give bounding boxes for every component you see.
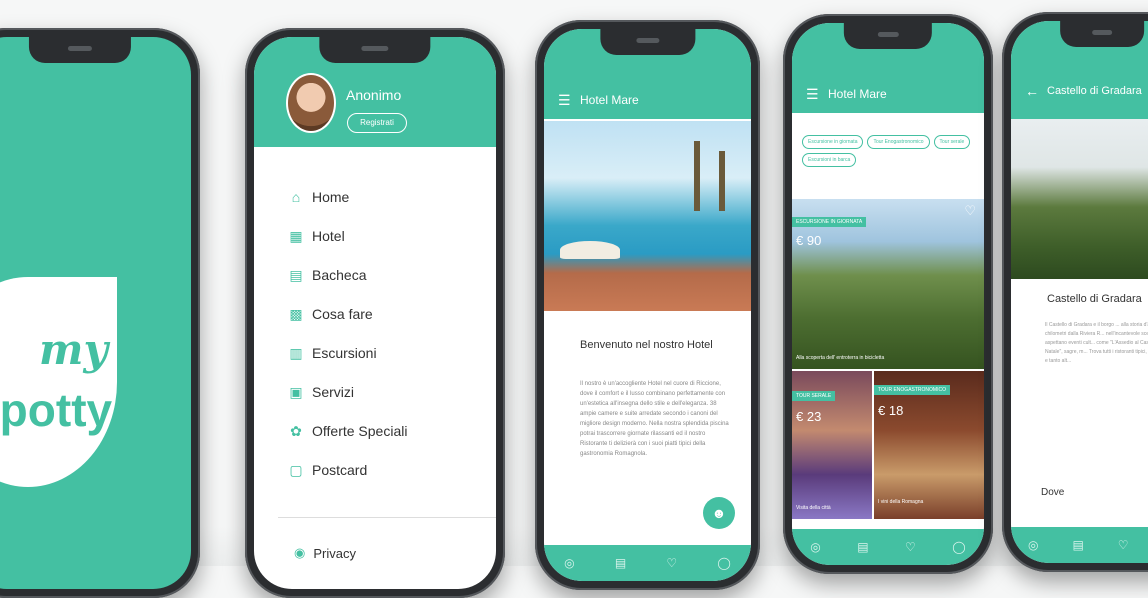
splash-screen: my Spotty xyxy=(0,37,191,589)
tour-card-main[interactable]: ESCURSIONE IN GIORNATA € 90 Alla scopert… xyxy=(792,199,984,369)
menu-item-servizi[interactable]: ▣ Servizi xyxy=(288,372,407,411)
chip-escursione[interactable]: Escursione in giornata xyxy=(802,135,864,149)
tab-heart-icon[interactable]: ♡ xyxy=(905,540,916,554)
app-title: Hotel Mare xyxy=(828,87,887,101)
phone-castle: ← Castello di Gradara Castello di Gradar… xyxy=(1002,12,1148,572)
logo-shape xyxy=(0,277,117,487)
hotel-description: Il nostro è un'accogliente Hotel nel cuo… xyxy=(580,381,729,457)
menu-label: Bacheca xyxy=(312,266,367,283)
home-icon: ⌂ xyxy=(291,188,301,205)
postcard-icon: ▢ xyxy=(289,461,303,478)
palm-trunk xyxy=(694,141,700,211)
user-name: Anonimo xyxy=(346,87,402,103)
menu-item-escursioni[interactable]: ▥ Escursioni xyxy=(288,333,407,372)
logo-my: my xyxy=(39,325,108,374)
avatar[interactable] xyxy=(286,73,336,133)
register-button[interactable]: Registrati xyxy=(347,113,407,133)
menu-item-cosa-fare[interactable]: ▩ Cosa fare xyxy=(288,294,407,333)
notch xyxy=(319,37,431,63)
notch xyxy=(599,29,696,55)
menu-label: Servizi xyxy=(312,383,355,400)
tab-chat-icon[interactable]: ▤ xyxy=(1072,538,1083,552)
tour-price: € 90 xyxy=(796,233,822,248)
menu-icon[interactable]: ☰ xyxy=(806,86,819,103)
tab-heart-icon[interactable]: ♡ xyxy=(666,556,677,570)
notch xyxy=(28,37,132,63)
tour-card-enogastronomico[interactable]: TOUR ENOGASTRONOMICO € 18 I vini della R… xyxy=(874,371,984,519)
tour-caption: Alla scoperta dell' entroterra in bicicl… xyxy=(796,355,885,361)
tours-screen: ☰ Hotel Mare Escursione in giornata Tour… xyxy=(792,23,984,565)
hotel-screen: ☰ Hotel Mare Benvenuto nel nostro Hotel … xyxy=(544,29,751,581)
heart-icon[interactable]: ♡ xyxy=(964,203,976,219)
palm-trunk xyxy=(719,151,725,211)
menu-item-offerte[interactable]: ✿ Offerte Speciali xyxy=(288,411,407,450)
offer-icon: ✿ xyxy=(290,422,302,439)
menu-label: Postcard xyxy=(312,461,368,478)
services-icon: ▣ xyxy=(289,383,303,400)
chip-enogastronomico[interactable]: Tour Enogastronomico xyxy=(867,135,930,149)
notch xyxy=(843,23,933,49)
menu-icon[interactable]: ☰ xyxy=(558,92,571,109)
menu-item-privacy[interactable]: ◉ Privacy xyxy=(294,545,356,561)
filter-chips: Escursione in giornata Tour Enogastronom… xyxy=(802,135,974,167)
menu-item-hotel[interactable]: ▦ Hotel xyxy=(288,216,407,255)
chip-barca[interactable]: Escursioni in barca xyxy=(802,153,857,167)
map-icon: ▥ xyxy=(289,344,303,361)
chip-serale[interactable]: Tour serale xyxy=(933,135,971,149)
tab-bar: ◎ ▤ ♡ ◯ xyxy=(792,529,984,565)
dove-label: Dove xyxy=(1041,487,1065,498)
menu-label: Home xyxy=(312,188,350,205)
phone-hotel: ☰ Hotel Mare Benvenuto nel nostro Hotel … xyxy=(535,20,760,590)
activity-icon: ▩ xyxy=(289,305,303,322)
drawer-screen: Anonimo Registrati ⌂ Home ▦ Hotel ▤ Bacheca… xyxy=(254,37,496,589)
tab-bar: ◎ ▤ ♡ ◯ xyxy=(544,545,751,581)
menu-label: Offerte Speciali xyxy=(312,422,408,439)
castle-image xyxy=(1011,119,1148,279)
notch xyxy=(1060,21,1144,47)
drawer-menu: ⌂ Home ▦ Hotel ▤ Bacheca ▩ Cosa fare ▥ Escurs… xyxy=(288,177,407,489)
tab-bar: ◎ ▤ ♡ ◯ xyxy=(1011,527,1148,563)
menu-label: Cosa fare xyxy=(312,305,373,322)
eye-icon: ◉ xyxy=(294,545,306,560)
phone-tours: ☰ Hotel Mare Escursione in giornata Tour… xyxy=(783,14,993,574)
tour-tag: TOUR ENOGASTRONOMICO xyxy=(874,385,950,395)
menu-label: Escursioni xyxy=(312,344,377,361)
tour-caption: Visita della città xyxy=(796,505,831,511)
menu-label: Privacy xyxy=(313,545,356,561)
tab-heart-icon[interactable]: ♡ xyxy=(1118,538,1129,552)
divider xyxy=(278,517,496,518)
group-fab[interactable]: ☻ xyxy=(703,497,735,529)
tab-profile-icon[interactable]: ◯ xyxy=(717,556,730,570)
app-title: Castello di Gradara xyxy=(1047,85,1142,97)
menu-label: Hotel xyxy=(312,227,345,244)
phone-drawer: Anonimo Registrati ⌂ Home ▦ Hotel ▤ Bacheca… xyxy=(245,28,505,598)
tour-tag: TOUR SERALE xyxy=(792,391,836,401)
tour-caption: I vini della Romagna xyxy=(878,499,924,505)
phone-splash: my Spotty xyxy=(0,28,200,598)
welcome-heading: Benvenuto nel nostro Hotel xyxy=(580,339,713,351)
menu-item-bacheca[interactable]: ▤ Bacheca xyxy=(288,255,407,294)
board-icon: ▤ xyxy=(289,266,303,283)
tab-tripadvisor-icon[interactable]: ◎ xyxy=(564,556,574,570)
castle-description: Il Castello di Gradara e il borgo ... al… xyxy=(1045,322,1148,364)
castle-screen: ← Castello di Gradara Castello di Gradar… xyxy=(1011,21,1148,563)
umbrella-shape xyxy=(560,241,620,259)
back-arrow-icon[interactable]: ← xyxy=(1025,83,1039,99)
tour-price: € 18 xyxy=(878,403,904,418)
logo-spotty: Spotty xyxy=(0,384,113,436)
hotel-icon: ▦ xyxy=(289,227,303,244)
tab-chat-icon[interactable]: ▤ xyxy=(857,540,868,554)
tab-profile-icon[interactable]: ◯ xyxy=(952,540,965,554)
tab-tripadvisor-icon[interactable]: ◎ xyxy=(810,540,820,554)
hotel-hero-image xyxy=(544,121,751,311)
app-title: Hotel Mare xyxy=(580,93,639,107)
menu-item-home[interactable]: ⌂ Home xyxy=(288,177,407,216)
menu-item-postcard[interactable]: ▢ Postcard xyxy=(288,450,407,489)
tour-tag: ESCURSIONE IN GIORNATA xyxy=(792,217,867,227)
tab-chat-icon[interactable]: ▤ xyxy=(615,556,626,570)
tour-price: € 23 xyxy=(796,409,822,424)
tour-card-serale[interactable]: TOUR SERALE € 23 Visita della città xyxy=(792,371,872,519)
tab-tripadvisor-icon[interactable]: ◎ xyxy=(1028,538,1038,552)
castle-heading: Castello di Gradara xyxy=(1047,293,1142,305)
